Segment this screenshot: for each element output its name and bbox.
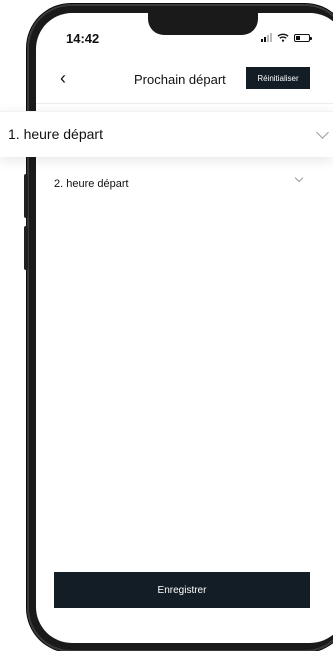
save-button[interactable]: Enregistrer bbox=[54, 572, 310, 608]
battery-icon bbox=[294, 33, 312, 42]
page-title: Prochain départ bbox=[134, 72, 226, 87]
status-icons bbox=[261, 33, 312, 42]
volume-down-button bbox=[24, 226, 28, 270]
reset-button[interactable]: Réinitialiser bbox=[246, 67, 310, 89]
departure-row-2[interactable]: 2. heure départ bbox=[54, 173, 310, 194]
nav-divider bbox=[36, 103, 333, 104]
departure-row-1[interactable]: 1. heure départ bbox=[0, 111, 333, 157]
departure-row-1-label: 1. heure départ bbox=[8, 126, 103, 142]
chevron-down-icon bbox=[316, 126, 329, 139]
departure-row-2-label: 2. heure départ bbox=[54, 178, 129, 190]
phone-screen: 14:42 ‹ Prochain départ Réinitialiser bbox=[36, 13, 333, 643]
chevron-left-icon[interactable]: ‹ bbox=[60, 69, 66, 87]
status-time: 14:42 bbox=[66, 31, 100, 46]
nav-bar: ‹ Prochain départ Réinitialiser bbox=[36, 65, 333, 97]
signal-icon bbox=[261, 33, 272, 42]
volume-up-button bbox=[24, 174, 28, 218]
status-bar: 14:42 bbox=[36, 13, 333, 53]
chevron-down-icon bbox=[294, 173, 304, 183]
wifi-icon bbox=[277, 33, 289, 42]
app-stage: 14:42 ‹ Prochain départ Réinitialiser 1.… bbox=[0, 0, 333, 651]
